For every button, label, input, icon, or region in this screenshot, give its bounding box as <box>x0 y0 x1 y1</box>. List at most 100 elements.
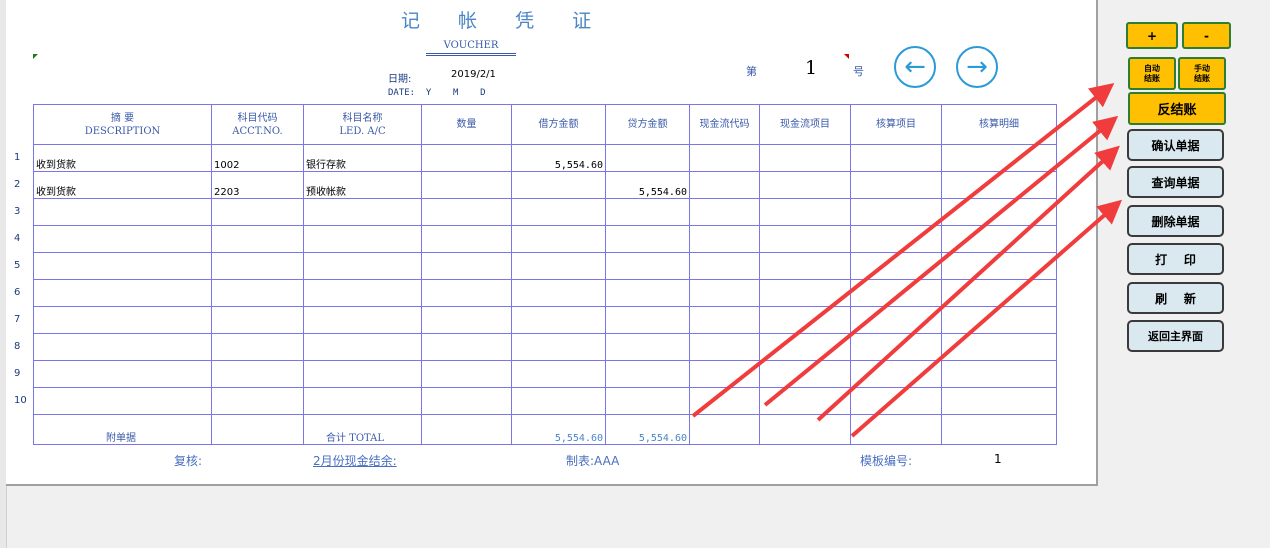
query-voucher-button[interactable]: 查询单据 <box>1127 166 1224 198</box>
table-cell[interactable] <box>33 333 212 361</box>
table-cell[interactable] <box>303 198 422 226</box>
table-cell[interactable] <box>421 387 512 415</box>
table-cell[interactable] <box>605 252 690 280</box>
cash-balance-link[interactable]: 2月份现金结余: <box>313 452 397 469</box>
table-cell[interactable] <box>850 306 942 334</box>
table-cell[interactable] <box>211 360 304 388</box>
table-cell[interactable] <box>689 333 760 361</box>
table-cell[interactable] <box>605 279 690 307</box>
table-cell[interactable] <box>941 225 1057 253</box>
table-cell[interactable] <box>303 333 422 361</box>
table-cell[interactable] <box>33 387 212 415</box>
table-cell[interactable] <box>850 252 942 280</box>
table-cell[interactable] <box>303 387 422 415</box>
table-cell[interactable] <box>421 279 512 307</box>
table-cell[interactable] <box>605 360 690 388</box>
table-cell[interactable] <box>33 360 212 388</box>
table-cell[interactable] <box>303 252 422 280</box>
table-cell[interactable] <box>689 225 760 253</box>
table-cell[interactable] <box>941 306 1057 334</box>
table-cell[interactable] <box>511 333 606 361</box>
table-cell[interactable] <box>421 252 512 280</box>
table-cell[interactable] <box>689 306 760 334</box>
table-cell[interactable] <box>511 306 606 334</box>
table-cell[interactable] <box>941 144 1057 172</box>
table-cell[interactable] <box>511 198 606 226</box>
table-cell[interactable] <box>33 198 212 226</box>
manual-close-button[interactable]: 手动 结账 <box>1178 57 1226 90</box>
template-value[interactable]: 1 <box>994 452 1002 466</box>
table-cell[interactable] <box>850 225 942 253</box>
table-cell[interactable]: 银行存款 <box>303 144 422 172</box>
reverse-close-button[interactable]: 反结账 <box>1128 92 1226 125</box>
table-cell[interactable] <box>511 360 606 388</box>
table-cell[interactable] <box>689 387 760 415</box>
table-cell[interactable] <box>689 360 760 388</box>
table-cell[interactable] <box>421 225 512 253</box>
table-cell[interactable]: 预收帐款 <box>303 171 422 199</box>
table-cell[interactable]: 5,554.60 <box>605 171 690 199</box>
refresh-button[interactable]: 刷 新 <box>1127 282 1224 314</box>
table-cell[interactable]: 5,554.60 <box>511 144 606 172</box>
table-cell[interactable] <box>850 360 942 388</box>
table-cell[interactable]: 收到货款 <box>33 171 212 199</box>
table-cell[interactable] <box>421 333 512 361</box>
table-cell[interactable] <box>850 171 942 199</box>
table-cell[interactable] <box>689 171 760 199</box>
table-cell[interactable] <box>941 387 1057 415</box>
table-cell[interactable] <box>941 333 1057 361</box>
table-cell[interactable] <box>211 225 304 253</box>
table-cell[interactable] <box>511 225 606 253</box>
confirm-voucher-button[interactable]: 确认单据 <box>1127 129 1224 161</box>
table-cell[interactable] <box>421 144 512 172</box>
table-cell[interactable] <box>511 387 606 415</box>
table-cell[interactable] <box>759 225 851 253</box>
back-to-main-button[interactable]: 返回主界面 <box>1127 320 1224 352</box>
table-cell[interactable] <box>941 171 1057 199</box>
table-cell[interactable] <box>605 198 690 226</box>
table-cell[interactable] <box>941 252 1057 280</box>
table-cell[interactable] <box>759 387 851 415</box>
table-cell[interactable] <box>689 144 760 172</box>
table-cell[interactable] <box>511 252 606 280</box>
table-cell[interactable] <box>759 279 851 307</box>
table-cell[interactable]: 1002 <box>211 144 304 172</box>
table-cell[interactable] <box>211 279 304 307</box>
table-cell[interactable] <box>211 387 304 415</box>
table-cell[interactable] <box>605 387 690 415</box>
table-cell[interactable] <box>850 333 942 361</box>
table-cell[interactable] <box>303 279 422 307</box>
table-cell[interactable] <box>941 198 1057 226</box>
table-cell[interactable] <box>605 144 690 172</box>
next-voucher-button[interactable]: → <box>956 46 998 88</box>
table-cell[interactable] <box>941 360 1057 388</box>
table-cell[interactable] <box>605 333 690 361</box>
table-cell[interactable] <box>759 144 851 172</box>
table-cell[interactable] <box>689 198 760 226</box>
voucher-number[interactable]: 1 <box>805 57 817 79</box>
table-cell[interactable] <box>850 279 942 307</box>
prev-voucher-button[interactable]: ← <box>894 46 936 88</box>
table-cell[interactable] <box>211 333 304 361</box>
table-cell[interactable] <box>511 279 606 307</box>
table-cell[interactable] <box>759 333 851 361</box>
table-cell[interactable]: 收到货款 <box>33 144 212 172</box>
table-cell[interactable] <box>421 360 512 388</box>
table-cell[interactable] <box>759 198 851 226</box>
table-cell[interactable] <box>605 225 690 253</box>
print-button[interactable]: 打 印 <box>1127 243 1224 275</box>
table-cell[interactable] <box>33 279 212 307</box>
table-cell[interactable] <box>759 306 851 334</box>
table-cell[interactable] <box>33 225 212 253</box>
table-cell[interactable]: 2203 <box>211 171 304 199</box>
table-cell[interactable] <box>689 279 760 307</box>
table-cell[interactable] <box>211 252 304 280</box>
table-cell[interactable] <box>421 171 512 199</box>
table-cell[interactable] <box>303 225 422 253</box>
zoom-in-button[interactable]: + <box>1126 22 1178 49</box>
table-cell[interactable] <box>33 306 212 334</box>
table-cell[interactable] <box>303 306 422 334</box>
delete-voucher-button[interactable]: 删除单据 <box>1127 205 1224 237</box>
table-cell[interactable] <box>303 360 422 388</box>
table-cell[interactable] <box>941 279 1057 307</box>
